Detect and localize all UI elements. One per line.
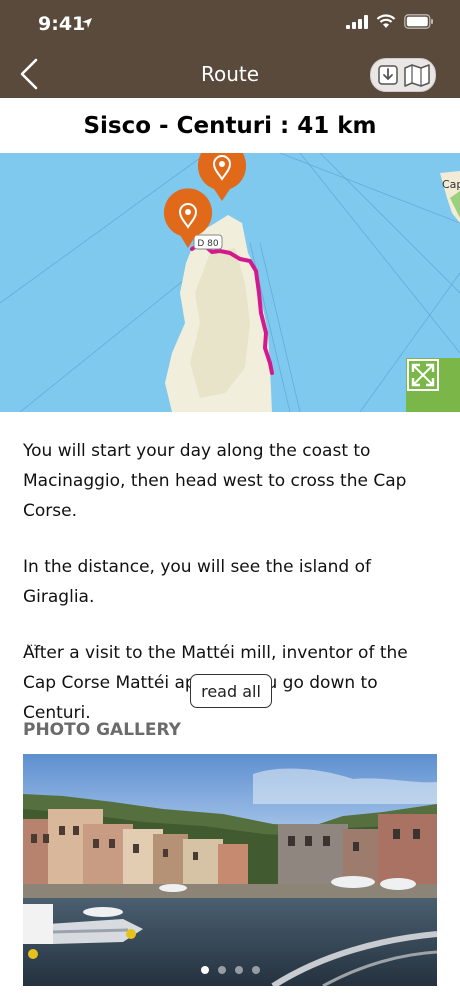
gallery-carousel[interactable] bbox=[23, 754, 437, 986]
offline-map-download-button[interactable] bbox=[370, 58, 436, 92]
gallery-page-indicator[interactable] bbox=[23, 966, 437, 974]
read-all-button[interactable]: read all bbox=[190, 674, 272, 708]
route-map[interactable]: D 80 Cap bbox=[0, 153, 460, 412]
gallery-dot[interactable] bbox=[217, 966, 226, 974]
gallery-dot[interactable] bbox=[234, 966, 243, 974]
download-icon bbox=[377, 65, 398, 85]
map-canvas[interactable]: D 80 Cap bbox=[0, 153, 460, 412]
status-time: 9:41 bbox=[38, 13, 86, 35]
cellular-signal-icon bbox=[346, 14, 368, 29]
status-bar: 9:41 bbox=[0, 0, 460, 48]
description-paragraph: You will start your day along the coast … bbox=[23, 441, 407, 521]
navigation-bar: Route bbox=[0, 48, 460, 98]
location-arrow-icon bbox=[82, 18, 92, 28]
gallery-heading: PHOTO GALLERY bbox=[23, 720, 181, 740]
wifi-icon bbox=[376, 14, 396, 28]
place-label: Cap bbox=[442, 178, 460, 191]
expand-arrows-icon bbox=[407, 359, 439, 391]
status-icons bbox=[346, 14, 434, 29]
battery-icon bbox=[404, 14, 433, 29]
description-ellipsis: ... bbox=[26, 634, 37, 649]
road-label: D 80 bbox=[197, 239, 219, 249]
gallery-dot[interactable] bbox=[200, 966, 209, 974]
gallery-dot[interactable] bbox=[251, 966, 260, 974]
gallery-photo[interactable] bbox=[23, 754, 437, 986]
description-paragraph: In the distance, you will see the island… bbox=[23, 557, 372, 607]
fullscreen-map-button[interactable] bbox=[406, 358, 460, 412]
map-icon bbox=[403, 64, 430, 87]
route-title: Sisco - Centuri : 41 km bbox=[0, 98, 460, 154]
